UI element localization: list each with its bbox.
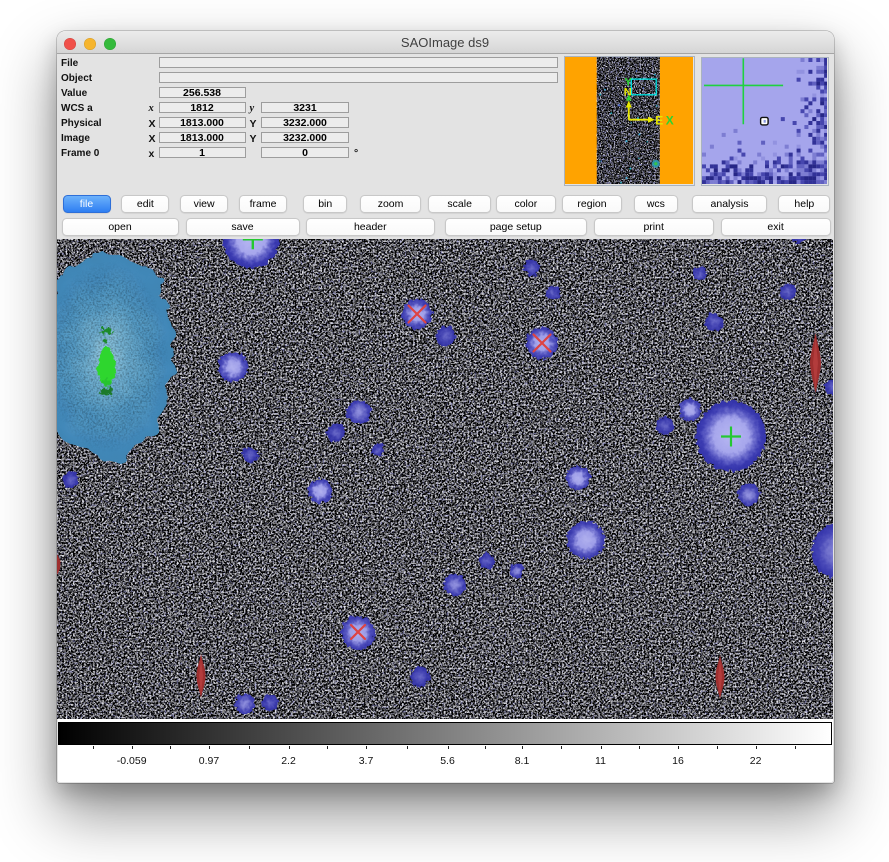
svg-text:X: X bbox=[665, 113, 673, 127]
svg-text:N: N bbox=[623, 86, 631, 98]
svg-text:E: E bbox=[655, 113, 663, 127]
